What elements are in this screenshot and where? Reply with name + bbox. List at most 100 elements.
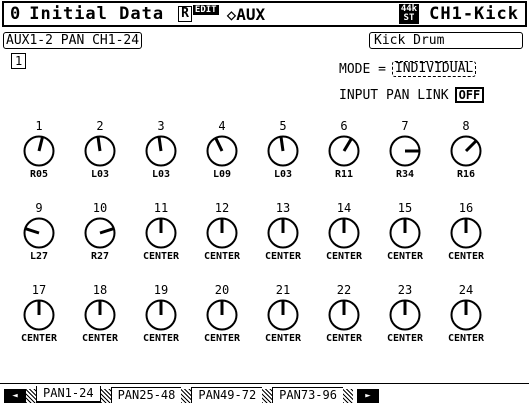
pan-knob-ch24[interactable]: 24 CENTER bbox=[441, 284, 491, 345]
knob-pan-value: CENTER bbox=[142, 251, 180, 262]
knob-channel-number: 11 bbox=[153, 201, 169, 215]
pan-knob-ch4[interactable]: 4 L09 bbox=[197, 120, 247, 181]
knob-pan-value: CENTER bbox=[447, 251, 485, 262]
knob-pan-value: R34 bbox=[395, 169, 415, 180]
pan-knob-ch9[interactable]: 9 L27 bbox=[14, 202, 64, 263]
pan-knob-ch23[interactable]: 23 CENTER bbox=[380, 284, 430, 345]
pan-knob-ch16[interactable]: 16 CENTER bbox=[441, 202, 491, 263]
pan-knob-ch2[interactable]: 2 L03 bbox=[75, 120, 125, 181]
knob-channel-number: 16 bbox=[458, 201, 474, 215]
r-badge: R bbox=[178, 6, 192, 22]
sample-rate-bottom: ST bbox=[403, 13, 415, 23]
tab-separator bbox=[342, 389, 353, 403]
knob-channel-number: 2 bbox=[96, 119, 104, 133]
pan-knob-icon bbox=[23, 299, 55, 331]
pan-knob-icon bbox=[328, 217, 360, 249]
scene-name: Initial Data bbox=[29, 4, 165, 24]
knob-pan-value: CENTER bbox=[142, 333, 180, 344]
knob-channel-number: 4 bbox=[218, 119, 226, 133]
input-pan-link-label: INPUT PAN LINK bbox=[339, 87, 449, 103]
knob-channel-number: 7 bbox=[401, 119, 409, 133]
pan-knob-ch10[interactable]: 10 R27 bbox=[75, 202, 125, 263]
pan-knob-ch3[interactable]: 3 L03 bbox=[136, 120, 186, 181]
tab-pan49-72[interactable]: PAN49-72 bbox=[191, 387, 263, 403]
pan-knob-icon bbox=[84, 217, 116, 249]
pan-knob-icon bbox=[267, 217, 299, 249]
input-pan-link-button[interactable]: OFF bbox=[454, 87, 485, 103]
mode-label: MODE = bbox=[339, 61, 386, 77]
page-name: ◇AUX bbox=[226, 4, 266, 24]
pan-knob-icon bbox=[389, 299, 421, 331]
pan-knob-ch5[interactable]: 5 L03 bbox=[258, 120, 308, 181]
pan-knob-ch13[interactable]: 13 CENTER bbox=[258, 202, 308, 263]
knob-channel-number: 23 bbox=[397, 283, 413, 297]
knob-pan-value: R16 bbox=[456, 169, 476, 180]
aux-pan-label: AUX1-2 PAN CH1-24 bbox=[3, 32, 143, 49]
knob-pan-value: L27 bbox=[29, 251, 49, 262]
tab-scroll-left-button[interactable]: ◄ bbox=[4, 389, 26, 403]
pan-knob-ch7[interactable]: 7 R34 bbox=[380, 120, 430, 181]
knob-channel-number: 24 bbox=[458, 283, 474, 297]
knob-channel-number: 15 bbox=[397, 201, 413, 215]
pan-knob-icon bbox=[84, 135, 116, 167]
pan-knob-icon bbox=[145, 217, 177, 249]
pan-knob-ch14[interactable]: 14 CENTER bbox=[319, 202, 369, 263]
pan-knob-icon bbox=[145, 299, 177, 331]
knob-pan-value: CENTER bbox=[386, 251, 424, 262]
mode-row: MODE = INDIVIDUAL bbox=[339, 61, 477, 77]
knob-pointer bbox=[279, 136, 285, 152]
knob-channel-number: 8 bbox=[462, 119, 470, 133]
pan-knob-icon bbox=[23, 217, 55, 249]
pan-knob-icon bbox=[450, 299, 482, 331]
knob-channel-number: 3 bbox=[157, 119, 165, 133]
pan-knob-ch21[interactable]: 21 CENTER bbox=[258, 284, 308, 345]
channel-display: 44k ST CH1-Kick bbox=[398, 3, 525, 25]
channel-name-label: Kick Drum bbox=[369, 32, 523, 49]
edit-badge: EDIT bbox=[192, 5, 219, 15]
pan-knob-ch18[interactable]: 18 CENTER bbox=[75, 284, 125, 345]
knob-channel-number: 20 bbox=[214, 283, 230, 297]
knob-channel-number: 10 bbox=[92, 201, 108, 215]
knob-pan-value: L03 bbox=[90, 169, 110, 180]
knob-pan-value: R11 bbox=[334, 169, 354, 180]
knob-pan-value: L03 bbox=[273, 169, 293, 180]
pan-knob-ch22[interactable]: 22 CENTER bbox=[319, 284, 369, 345]
knob-pan-value: CENTER bbox=[203, 251, 241, 262]
pan-knob-ch19[interactable]: 19 CENTER bbox=[136, 284, 186, 345]
tab-separator bbox=[100, 389, 111, 403]
mode-selector[interactable]: INDIVIDUAL bbox=[391, 61, 477, 77]
knob-channel-number: 13 bbox=[275, 201, 291, 215]
knob-pan-value: CENTER bbox=[325, 251, 363, 262]
status-indicators: R EDIT ◇AUX bbox=[174, 3, 399, 25]
knob-pan-value: CENTER bbox=[203, 333, 241, 344]
pan-knob-icon bbox=[206, 135, 238, 167]
knob-pan-value: L09 bbox=[212, 169, 232, 180]
pan-knob-icon bbox=[84, 299, 116, 331]
knob-channel-number: 6 bbox=[340, 119, 348, 133]
pan-knob-ch8[interactable]: 8 R16 bbox=[441, 120, 491, 181]
knob-channel-number: 19 bbox=[153, 283, 169, 297]
tab-scroll-right-button[interactable]: ► bbox=[356, 389, 379, 403]
knob-channel-number: 1 bbox=[35, 119, 43, 133]
pan-knob-ch6[interactable]: 6 R11 bbox=[319, 120, 369, 181]
sample-rate-badge: 44k ST bbox=[398, 4, 420, 24]
pan-knob-ch12[interactable]: 12 CENTER bbox=[197, 202, 247, 263]
pan-knob-icon bbox=[267, 135, 299, 167]
tab-pan1-24[interactable]: PAN1-24 bbox=[36, 386, 101, 403]
pan-knob-ch17[interactable]: 17 CENTER bbox=[14, 284, 64, 345]
pan-knob-icon bbox=[328, 135, 360, 167]
tab-separator bbox=[181, 389, 192, 403]
knob-channel-number: 5 bbox=[279, 119, 287, 133]
pan-knob-ch15[interactable]: 15 CENTER bbox=[380, 202, 430, 263]
title-bar: 0 Initial Data R EDIT ◇AUX 44k ST CH1-Ki… bbox=[2, 1, 527, 27]
pan-knob-ch1[interactable]: 1 R05 bbox=[14, 120, 64, 181]
tab-pan73-96[interactable]: PAN73-96 bbox=[272, 387, 343, 403]
knob-pan-value: CENTER bbox=[20, 333, 58, 344]
pan-knob-ch11[interactable]: 11 CENTER bbox=[136, 202, 186, 263]
arrow-left-icon: ◄ bbox=[12, 391, 18, 401]
tab-pan25-48[interactable]: PAN25-48 bbox=[110, 387, 182, 403]
pan-knob-icon bbox=[389, 217, 421, 249]
knob-pan-value: L03 bbox=[151, 169, 171, 180]
knob-pointer bbox=[96, 136, 102, 152]
pan-knob-ch20[interactable]: 20 CENTER bbox=[197, 284, 247, 345]
